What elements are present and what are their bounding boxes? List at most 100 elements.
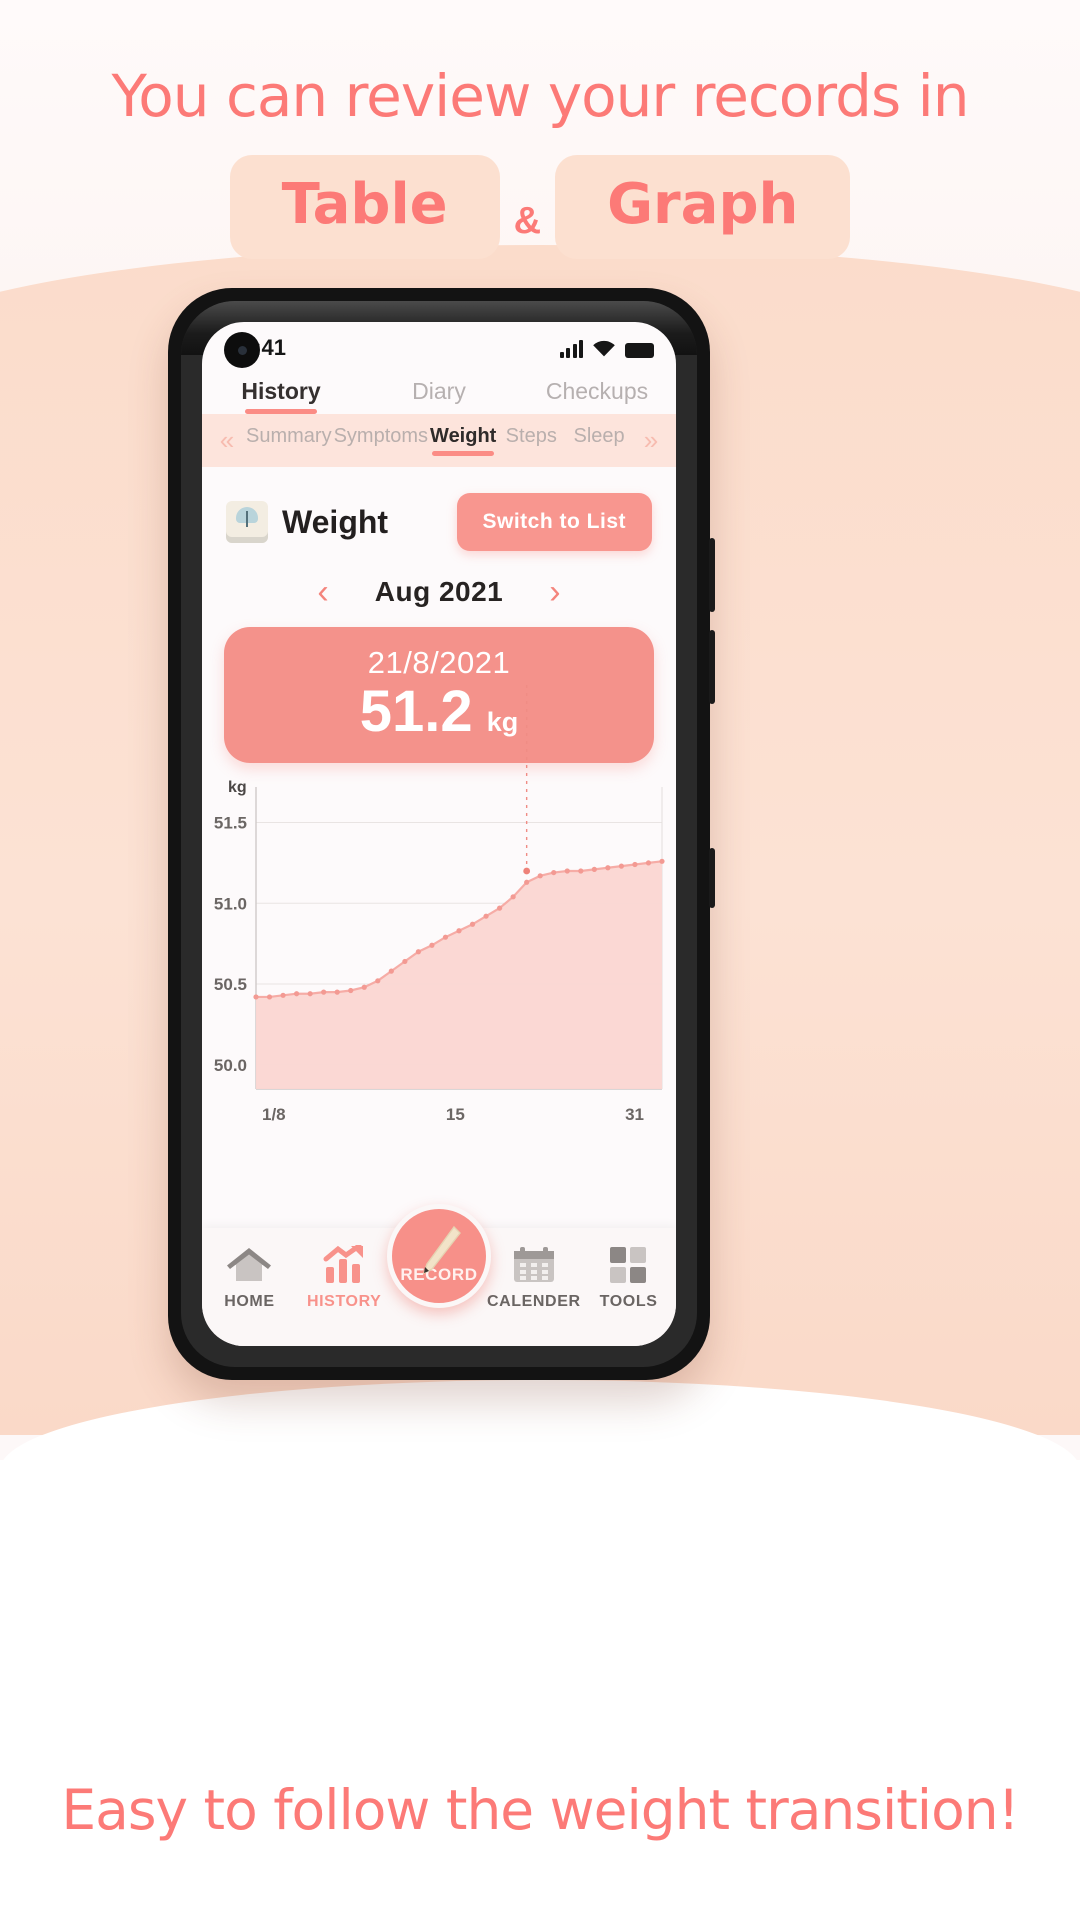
chart-data-point[interactable] <box>321 989 327 995</box>
badge-graph: Graph <box>555 155 851 259</box>
chart-data-point[interactable] <box>659 858 665 864</box>
nav-item-calender[interactable]: CALENDER <box>486 1244 581 1311</box>
chart-y-tick-label: 50.5 <box>214 975 247 994</box>
chart-x-tick-label: 15 <box>445 1105 465 1124</box>
chart-data-point[interactable] <box>294 991 300 997</box>
chart-data-point[interactable] <box>415 949 421 955</box>
chart-y-tick-label: 50.0 <box>214 1056 247 1075</box>
sub-tab-next-icon[interactable]: » <box>634 425 668 456</box>
chart-svg: 50.0 50.5 51.0 51.5 <box>214 685 665 1090</box>
chart-data-point[interactable] <box>361 984 367 990</box>
chart-data-point[interactable] <box>469 921 476 927</box>
selected-value-card[interactable]: 21/8/2021 51.2 kg <box>224 627 654 763</box>
promo-badges: Table & Graph <box>0 155 1080 259</box>
promo-footer: Easy to follow the weight transition! <box>61 1778 1019 1842</box>
sub-tab-summary[interactable]: Summary <box>246 425 332 456</box>
nav-item-home-label: HOME <box>224 1293 275 1310</box>
chart-y-tick-label: 51.5 <box>214 814 247 833</box>
phone-mockup: 9:41 History Diary Checkups « Summary Sy… <box>168 288 715 1380</box>
chart-area-fill <box>256 861 662 1089</box>
weight-chart[interactable]: kg 50.0 50.5 51.0 51.5 1/8 15 31 <box>202 685 676 1125</box>
promo-headline: You can review your records in <box>111 62 970 130</box>
chart-data-point[interactable] <box>442 934 449 940</box>
chart-data-point[interactable] <box>456 928 462 934</box>
nav-item-tools-label: TOOLS <box>599 1293 658 1310</box>
chart-data-point[interactable] <box>483 913 489 919</box>
chart-data-point[interactable] <box>307 991 313 997</box>
chart-data-point[interactable] <box>266 994 273 1000</box>
grid-blocks-icon <box>581 1244 676 1286</box>
chevron-left-icon[interactable]: ‹ <box>317 575 328 609</box>
nav-item-history[interactable]: HISTORY <box>297 1244 392 1311</box>
nav-item-home[interactable]: HOME <box>202 1244 297 1311</box>
sub-tab-prev-icon[interactable]: « <box>210 425 244 456</box>
chart-x-tick-label: 1/8 <box>262 1105 286 1124</box>
phone-bezel: 9:41 History Diary Checkups « Summary Sy… <box>181 301 697 1367</box>
chart-x-axis-labels: 1/8 15 31 <box>210 1099 658 1125</box>
phone-side-button-power[interactable] <box>709 848 715 908</box>
tab-history[interactable]: History <box>202 378 360 414</box>
promo-ampersand: & <box>513 200 542 242</box>
sub-tab-sleep-label: Sleep <box>573 425 625 447</box>
nav-item-history-label: HISTORY <box>306 1293 382 1310</box>
chart-data-point[interactable] <box>524 879 530 885</box>
status-icons <box>559 339 654 358</box>
chart-x-tick-label: 31 <box>625 1105 644 1124</box>
chart-data-point[interactable] <box>578 868 584 874</box>
sub-tab-weight[interactable]: Weight <box>430 425 496 456</box>
phone-side-button-volume-up[interactable] <box>709 538 715 612</box>
app-screen: 9:41 History Diary Checkups « Summary Sy… <box>202 322 676 1346</box>
selected-weight-value: 51.2 <box>359 679 473 744</box>
chart-data-point[interactable] <box>605 865 611 871</box>
tab-history-label: History <box>241 378 321 404</box>
selected-date: 21/8/2021 <box>367 645 511 680</box>
chart-highlight-point[interactable] <box>523 867 531 875</box>
bar-chart-trend-icon <box>297 1244 392 1286</box>
status-bar: 9:41 <box>202 322 676 368</box>
record-fab-button[interactable]: RECORD <box>386 1204 491 1308</box>
chart-data-point[interactable] <box>591 866 597 872</box>
chart-data-point[interactable] <box>280 992 286 998</box>
nav-item-tools[interactable]: TOOLS <box>581 1244 676 1311</box>
selected-weight-unit: kg <box>486 707 519 737</box>
chart-data-point[interactable] <box>645 860 652 866</box>
sub-tab-symptoms[interactable]: Symptoms <box>334 425 428 456</box>
chart-plot-area: 50.0 50.5 51.0 51.5 <box>210 685 665 1099</box>
tab-checkups[interactable]: Checkups <box>518 378 676 414</box>
home-icon <box>202 1244 297 1286</box>
switch-to-list-button[interactable]: Switch to List <box>456 493 652 551</box>
wifi-icon <box>593 340 615 356</box>
phone-side-button-volume-down[interactable] <box>709 630 715 704</box>
chart-data-point[interactable] <box>632 861 638 868</box>
chart-data-point[interactable] <box>537 873 543 879</box>
pencil-icon <box>422 1225 461 1275</box>
sub-tab-symptoms-label: Symptoms <box>333 425 429 447</box>
tab-diary[interactable]: Diary <box>360 378 518 414</box>
month-navigator: ‹ Aug 2021 › <box>202 557 676 619</box>
sub-tab-sleep[interactable]: Sleep <box>566 425 632 456</box>
chart-data-point[interactable] <box>618 863 624 869</box>
month-label: Aug 2021 <box>374 576 504 607</box>
main-tab-bar: History Diary Checkups <box>202 368 676 414</box>
chart-data-point[interactable] <box>348 987 354 994</box>
weight-scale-icon <box>226 501 268 543</box>
chart-data-point[interactable] <box>497 905 503 911</box>
chart-data-point[interactable] <box>429 942 435 948</box>
nav-item-calender-label: CALENDER <box>486 1293 581 1310</box>
chart-data-point[interactable] <box>510 894 516 900</box>
bottom-navigation-bar: HOME HISTORY RECORD CALENDER TOOLS <box>202 1204 676 1346</box>
chart-data-point[interactable] <box>402 958 408 965</box>
chart-data-point[interactable] <box>564 868 570 874</box>
chart-data-point[interactable] <box>334 989 340 995</box>
selected-value-row: 51.2 kg <box>224 683 654 741</box>
chart-data-point[interactable] <box>551 869 557 876</box>
chart-data-point[interactable] <box>375 978 381 984</box>
sub-tab-steps[interactable]: Steps <box>498 425 564 456</box>
sub-tab-summary-label: Summary <box>246 425 332 447</box>
sub-tab-weight-label: Weight <box>430 425 497 447</box>
chart-data-point[interactable] <box>253 994 259 1000</box>
chart-data-point[interactable] <box>388 968 394 974</box>
page-title: Weight <box>282 503 389 540</box>
chevron-right-icon[interactable]: › <box>549 575 560 609</box>
cellular-signal-icon <box>559 339 583 358</box>
